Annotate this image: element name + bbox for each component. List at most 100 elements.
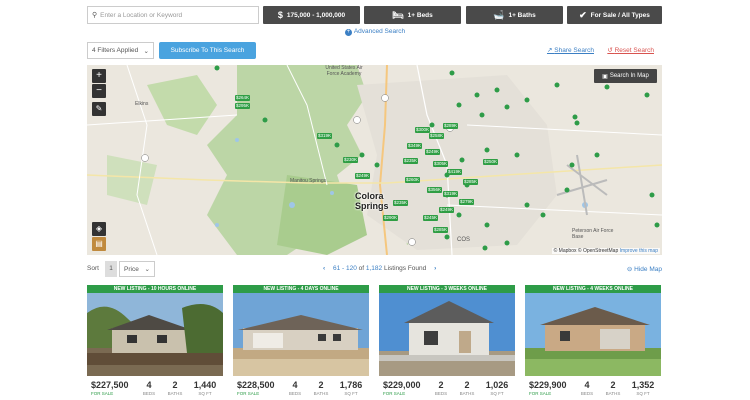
result-of: of xyxy=(358,265,365,272)
listing-beds: 4 xyxy=(146,380,152,390)
map-price-marker[interactable]: $249K xyxy=(355,173,371,179)
filters-applied-dropdown[interactable]: 4 Filters Applied ⌄ xyxy=(87,42,154,59)
status-filter-button[interactable]: ✔ For Sale / All Types xyxy=(567,6,662,24)
listing-stats: $228,500 FOR SALE 4 BEDS 2 BATHS 1,786 S… xyxy=(233,376,369,400)
map-price-marker[interactable]: $230K xyxy=(343,157,359,163)
map-price-marker[interactable]: $300K xyxy=(415,127,431,133)
listing-baths: 2 xyxy=(172,380,178,390)
price-filter-button[interactable]: $ 175,000 - 1,000,000 xyxy=(263,6,360,24)
baths-filter-button[interactable]: 🛁 1+ Baths xyxy=(466,6,563,24)
listing-card[interactable]: NEW LISTING - 4 WEEKS ONLINE $229,900 FO… xyxy=(525,285,661,400)
listing-sqft: 1,440 xyxy=(193,380,217,390)
map-price-marker[interactable]: $260K xyxy=(405,177,421,183)
check-circle-icon: ✔ xyxy=(579,9,587,20)
listing-photo[interactable] xyxy=(525,293,661,376)
search-actions-row: 4 Filters Applied ⌄ Subscribe To This Se… xyxy=(87,42,662,59)
map-price-marker[interactable]: $250K xyxy=(483,159,499,165)
map-price-marker[interactable]: $249K xyxy=(425,149,441,155)
map-style-button[interactable]: ▤ xyxy=(92,237,106,251)
attribution-improve-link[interactable]: Improve this map xyxy=(620,248,658,254)
result-range: 61 - 120 xyxy=(332,265,357,272)
map-price-marker[interactable]: $349K xyxy=(407,143,423,149)
baths-filter-label: 1+ Baths xyxy=(508,11,536,19)
map-price-marker[interactable]: $356K xyxy=(427,187,443,193)
listing-price: $229,900 xyxy=(529,380,567,390)
map-price-marker[interactable]: $289K xyxy=(443,123,459,129)
listing-banner: NEW LISTING - 10 HOURS ONLINE xyxy=(87,285,223,293)
map-price-marker[interactable]: $295K xyxy=(235,103,251,109)
listing-baths: 2 xyxy=(318,380,324,390)
listings-map[interactable]: United States Air Force Academy Elkins M… xyxy=(87,65,662,255)
map-attribution: © Mapbox © OpenStreetMap Improve this ma… xyxy=(551,248,660,254)
zoom-in-button[interactable]: + xyxy=(92,69,106,83)
map-price-marker[interactable]: $249K xyxy=(439,207,455,213)
listing-stats: $229,900 FOR SALE 4 BEDS 2 BATHS 1,352 S… xyxy=(525,376,661,400)
map-price-marker[interactable]: $305K xyxy=(433,161,449,167)
sqft-unit: SQ FT xyxy=(636,391,650,396)
map-label-cos: COS xyxy=(457,237,471,243)
map-price-marker[interactable]: $290K xyxy=(383,215,399,221)
map-price-marker[interactable]: $245K xyxy=(423,215,439,221)
listing-price: $227,500 xyxy=(91,380,129,390)
map-price-marker[interactable]: $258K xyxy=(429,133,445,139)
listing-stats: $229,000 FOR SALE 2 BEDS 2 BATHS 1,026 S… xyxy=(379,376,515,400)
search-in-map-button[interactable]: ▣ Search In Map xyxy=(594,69,657,83)
listing-sqft: 1,026 xyxy=(485,380,509,390)
listing-baths: 2 xyxy=(464,380,470,390)
prev-page-icon[interactable]: ‹ xyxy=(323,265,325,272)
hide-map-link[interactable]: ⊖ Hide Map xyxy=(627,265,662,273)
pagination: ‹ 61 - 120 of 1,182 Listings Found › xyxy=(317,265,442,272)
listing-status: FOR SALE xyxy=(383,391,406,396)
listing-photo[interactable] xyxy=(87,293,223,376)
baths-unit: BATHS xyxy=(605,391,621,396)
advanced-search-link[interactable]: + Advanced Search xyxy=(0,28,750,36)
listing-card[interactable]: NEW LISTING - 4 DAYS ONLINE $228,500 FOR… xyxy=(233,285,369,400)
share-search-link[interactable]: ↗ Share Search xyxy=(547,46,594,54)
plus-circle-icon: + xyxy=(344,29,352,36)
map-label-manitou: Manitou Springs xyxy=(290,178,327,184)
listing-photo[interactable] xyxy=(379,293,515,376)
listing-price: $229,000 xyxy=(383,380,421,390)
search-input[interactable]: ⚲ Enter a Location or Keyword xyxy=(87,6,259,24)
zoom-out-button[interactable]: − xyxy=(92,84,106,98)
draw-pencil-button[interactable]: ✎ xyxy=(92,102,106,116)
map-price-marker[interactable]: $285K xyxy=(463,179,479,185)
beds-unit: BEDS xyxy=(142,391,156,396)
sort-select[interactable]: Price ⌄ xyxy=(119,261,155,277)
map-price-marker[interactable]: $319K xyxy=(317,133,333,139)
attribution-osm[interactable]: © OpenStreetMap xyxy=(578,248,618,254)
map-price-marker[interactable]: $419K xyxy=(447,169,463,175)
listing-card[interactable]: NEW LISTING - 3 WEEKS ONLINE $229,000 FO… xyxy=(379,285,515,400)
bed-icon: 🛏 xyxy=(392,9,404,20)
map-label-afb: Peterson Air Force Base xyxy=(572,228,614,240)
subscribe-button[interactable]: Subscribe To This Search xyxy=(159,42,256,59)
beds-filter-button[interactable]: 🛏 1+ Beds xyxy=(364,6,461,24)
beds-unit: BEDS xyxy=(288,391,302,396)
map-price-marker[interactable]: $319K xyxy=(443,191,459,197)
map-price-marker[interactable]: $235K xyxy=(393,200,409,206)
map-layers-button[interactable]: ◈ xyxy=(92,222,106,236)
map-price-marker[interactable]: $285K xyxy=(433,227,449,233)
listing-card[interactable]: NEW LISTING - 10 HOURS ONLINE $227,500 F… xyxy=(87,285,223,400)
map-label-city: Colora Springs xyxy=(355,191,389,211)
search-in-map-label: Search In Map xyxy=(609,73,649,79)
listing-photo[interactable] xyxy=(233,293,369,376)
reset-label: Reset Search xyxy=(614,47,654,54)
map-label-city-line2: Springs xyxy=(355,201,389,211)
map-price-marker[interactable]: $235K xyxy=(403,158,419,164)
listing-beds: 4 xyxy=(292,380,298,390)
next-page-icon[interactable]: › xyxy=(434,265,436,272)
sort-direction[interactable]: 1 xyxy=(105,261,117,277)
map-price-marker[interactable]: $264K xyxy=(235,95,251,101)
listing-banner: NEW LISTING - 4 WEEKS ONLINE xyxy=(525,285,661,293)
hide-map-label: Hide Map xyxy=(634,266,662,273)
reset-search-link[interactable]: ↺ Reset Search xyxy=(607,46,654,54)
map-price-marker[interactable]: $279K xyxy=(459,199,475,205)
pencil-icon: ✎ xyxy=(95,104,103,113)
filter-bar: ⚲ Enter a Location or Keyword $ 175,000 … xyxy=(87,6,662,24)
listing-beds: 4 xyxy=(584,380,590,390)
beds-unit: BEDS xyxy=(580,391,594,396)
map-search-icon: ▣ xyxy=(602,73,608,80)
sort-select-value: Price xyxy=(124,265,139,273)
attribution-mapbox[interactable]: © Mapbox xyxy=(554,248,577,254)
